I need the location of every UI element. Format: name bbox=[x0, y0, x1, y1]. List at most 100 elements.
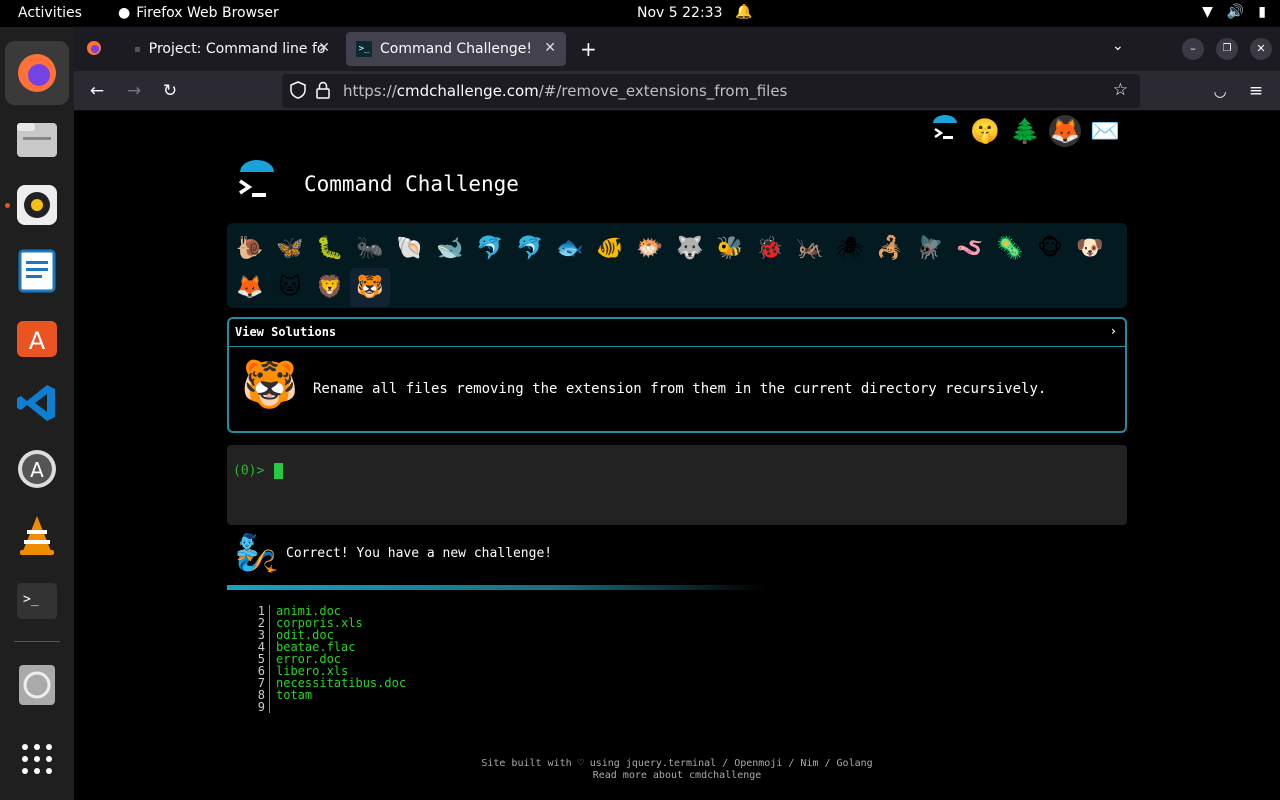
url-bar[interactable]: https://cmdchallenge.com/#/remove_extens… bbox=[282, 74, 1140, 108]
genie-icon: 🧞 bbox=[234, 533, 279, 574]
tracking-protection-icon[interactable] bbox=[290, 81, 306, 103]
menu-icon[interactable]: ≡ bbox=[1243, 78, 1269, 104]
footer: Site built with ♡ using jquery.terminal … bbox=[74, 758, 1280, 782]
dolphin-icon[interactable]: 🐬 bbox=[470, 229, 510, 268]
url-path: /#/remove_extensions_from_files bbox=[538, 82, 788, 100]
fish-icon[interactable]: 🐟 bbox=[550, 229, 590, 268]
wolf-icon[interactable]: 🐺 bbox=[670, 229, 710, 268]
challenge-card: View Solutions › 🐯 Rename all files remo… bbox=[227, 317, 1127, 433]
page-content: 🤫 🌲 🦊 ✉️ Command Challenge 🐌 🦋 🐛 🐜 🐚 🐋 🐬… bbox=[74, 112, 1280, 800]
tab-title: Command Challenge! bbox=[380, 41, 533, 57]
cricket-icon[interactable]: 🦗 bbox=[790, 229, 830, 268]
tab-project[interactable]: ▪ Project: Command line fo ✕ bbox=[124, 32, 340, 66]
back-button[interactable]: ← bbox=[84, 78, 110, 104]
ladybug-icon[interactable]: 🐞 bbox=[750, 229, 790, 268]
close-window-button[interactable]: ✕ bbox=[1250, 38, 1272, 60]
dock-show-apps[interactable] bbox=[5, 727, 69, 791]
fly-icon[interactable]: 🪰 bbox=[910, 229, 950, 268]
app-name: Firefox Web Browser bbox=[136, 5, 279, 21]
pocket-icon[interactable]: ◡ bbox=[1207, 78, 1233, 104]
cmdchallenge-icon[interactable] bbox=[929, 115, 961, 147]
ant-icon[interactable]: 🐜 bbox=[350, 229, 390, 268]
lock-icon[interactable] bbox=[316, 81, 330, 103]
dolphin-2-icon[interactable]: 🐬 bbox=[510, 229, 550, 268]
forward-button[interactable]: → bbox=[121, 78, 147, 104]
minimize-button[interactable]: – bbox=[1182, 38, 1204, 60]
url-prefix: https:// bbox=[343, 82, 397, 100]
caterpillar-icon[interactable]: 🐛 bbox=[310, 229, 350, 268]
dock-disc[interactable] bbox=[5, 653, 69, 717]
snail-icon[interactable]: 🐌 bbox=[230, 229, 270, 268]
line-number: 9 bbox=[254, 701, 270, 713]
dock-files[interactable] bbox=[5, 107, 69, 171]
hint-icon[interactable]: 🤫 bbox=[969, 115, 1001, 147]
dock-rhythmbox[interactable] bbox=[5, 173, 69, 237]
shell-icon[interactable]: 🐚 bbox=[390, 229, 430, 268]
worm-icon[interactable]: 🪱 bbox=[950, 229, 990, 268]
site-brand[interactable]: Command Challenge bbox=[234, 160, 519, 208]
bee-icon[interactable]: 🐝 bbox=[710, 229, 750, 268]
files-icon bbox=[17, 123, 57, 157]
tab-title: Project: Command line fo bbox=[148, 41, 326, 57]
result-text: Correct! You have a new challenge! bbox=[286, 545, 553, 561]
app-menu[interactable]: ● Firefox Web Browser bbox=[118, 5, 279, 21]
mail-icon[interactable]: ✉️ bbox=[1089, 115, 1121, 147]
new-tab-button[interactable]: + bbox=[580, 37, 597, 61]
list-all-tabs-icon[interactable]: ⌄ bbox=[1112, 38, 1124, 54]
fox-icon[interactable]: 🦊 bbox=[230, 268, 270, 307]
whale-icon[interactable]: 🐋 bbox=[430, 229, 470, 268]
tab-bar: ▪ Project: Command line fo ✕ >_ Command … bbox=[74, 27, 1280, 71]
tropical-fish-icon[interactable]: 🐠 bbox=[590, 229, 630, 268]
battery-icon: ▮ bbox=[1258, 4, 1266, 20]
system-tray[interactable]: ▼ 🔊 ▮ bbox=[1202, 4, 1266, 20]
updater-icon: A bbox=[18, 450, 56, 488]
navigation-toolbar: ← → ↻ https://cmdchallenge.com/#/remove_… bbox=[74, 71, 1280, 111]
dock-vlc[interactable] bbox=[5, 503, 69, 567]
dock-writer[interactable] bbox=[5, 239, 69, 303]
bell-icon[interactable]: 🔔 bbox=[735, 4, 752, 20]
dock-vscode[interactable] bbox=[5, 371, 69, 435]
firefox-view-icon[interactable] bbox=[86, 40, 102, 60]
clock[interactable]: Nov 5 22:33 bbox=[637, 5, 722, 21]
prompt-text: (0)> bbox=[233, 463, 265, 479]
cat-icon[interactable]: 🐱 bbox=[270, 268, 310, 307]
dock-software[interactable]: A bbox=[5, 305, 69, 369]
top-icon-links: 🤫 🌲 🦊 ✉️ bbox=[929, 115, 1121, 147]
scorpion-icon[interactable]: 🦂 bbox=[870, 229, 910, 268]
bookmark-star-icon[interactable]: ☆ bbox=[1113, 80, 1128, 100]
microbe-icon[interactable]: 🦠 bbox=[990, 229, 1030, 268]
reload-button[interactable]: ↻ bbox=[157, 78, 183, 104]
terminal-prompt[interactable]: (0)> bbox=[233, 463, 284, 479]
view-solutions-label: View Solutions bbox=[235, 325, 337, 339]
dock-firefox[interactable] bbox=[5, 41, 69, 105]
tiger-icon[interactable]: 🐯 bbox=[350, 268, 390, 307]
tab-command-challenge[interactable]: >_ Command Challenge! ✕ bbox=[346, 32, 566, 66]
vscode-icon bbox=[17, 385, 55, 421]
footer-line-2[interactable]: Read more about cmdchallenge bbox=[74, 770, 1280, 782]
close-tab-icon[interactable]: ✕ bbox=[544, 40, 556, 56]
activities-button[interactable]: Activities bbox=[18, 5, 82, 21]
site-title: Command Challenge bbox=[304, 172, 519, 196]
file-row: 8 totam bbox=[254, 689, 406, 701]
url-text[interactable]: https://cmdchallenge.com/#/remove_extens… bbox=[343, 82, 787, 100]
butterfly-icon[interactable]: 🦋 bbox=[270, 229, 310, 268]
tree-icon[interactable]: 🌲 bbox=[1009, 115, 1041, 147]
challenge-progress-strip: 🐌 🦋 🐛 🐜 🐚 🐋 🐬 🐬 🐟 🐠 🐡 🐺 🐝 🐞 🦗 🕷 🦂 🪰 🪱 🦠 … bbox=[227, 223, 1127, 308]
blowfish-icon[interactable]: 🐡 bbox=[630, 229, 670, 268]
view-solutions-header[interactable]: View Solutions › bbox=[229, 319, 1125, 347]
dock-terminal[interactable]: >_ bbox=[5, 569, 69, 633]
close-tab-icon[interactable]: ✕ bbox=[318, 40, 330, 56]
spider-icon[interactable]: 🕷 bbox=[830, 229, 870, 268]
terminal[interactable]: (0)> bbox=[227, 445, 1127, 525]
footer-line-1: Site built with ♡ using jquery.terminal … bbox=[481, 758, 873, 769]
tab-favicon: >_ bbox=[356, 41, 372, 57]
dock-updater[interactable]: A bbox=[5, 437, 69, 501]
dog-icon[interactable]: 🐶 bbox=[1070, 229, 1110, 268]
monkey-icon[interactable]: 🐵 bbox=[1030, 229, 1070, 268]
divider-bar bbox=[227, 585, 767, 590]
restore-button[interactable]: ❐ bbox=[1216, 38, 1238, 60]
file-name: totam bbox=[276, 688, 313, 702]
gitlab-icon[interactable]: 🦊 bbox=[1049, 115, 1081, 147]
tab-favicon: ▪ bbox=[134, 43, 141, 55]
lion-icon[interactable]: 🦁 bbox=[310, 268, 350, 307]
